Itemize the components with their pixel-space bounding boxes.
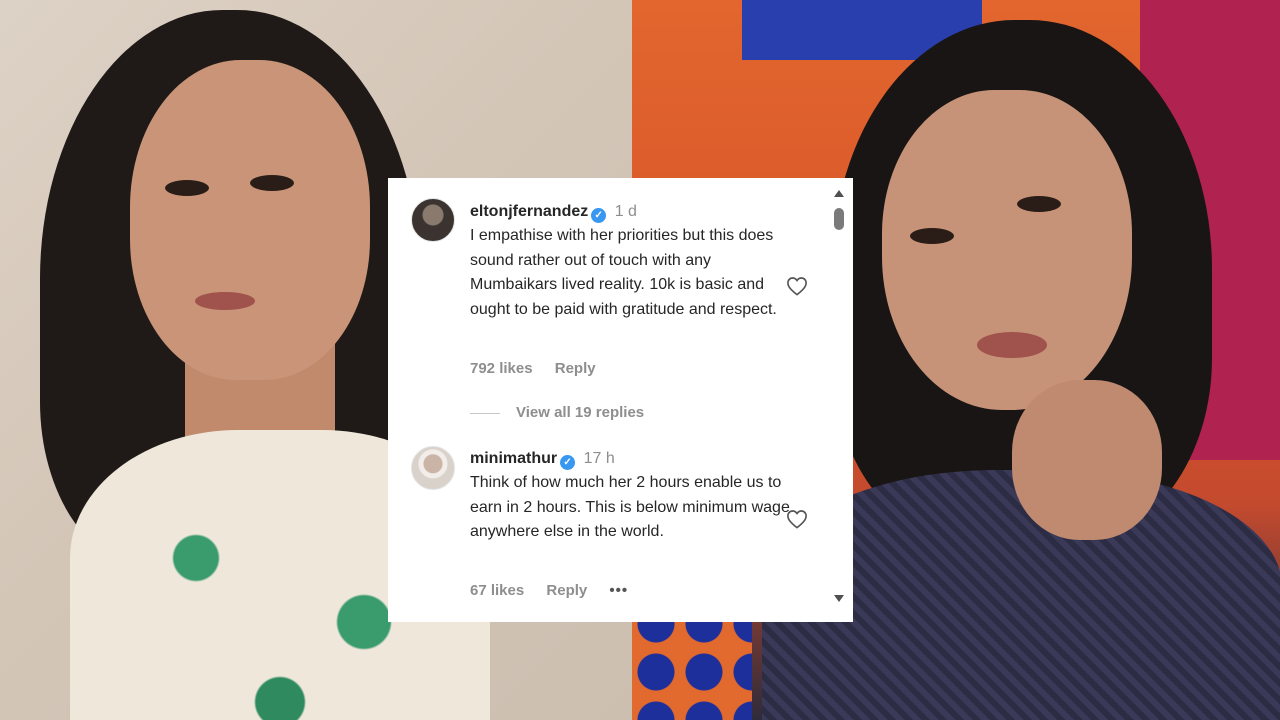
right-woman-lips (977, 332, 1047, 358)
left-woman-face (130, 60, 370, 380)
avatar[interactable] (411, 198, 455, 242)
right-woman-eye (1017, 196, 1061, 212)
view-replies-link[interactable]: View all 19 replies (470, 404, 644, 421)
right-woman-eye (910, 228, 954, 244)
right-woman-face (882, 90, 1132, 410)
verified-badge-icon: ✓ (560, 455, 576, 470)
reply-link[interactable]: Reply (546, 582, 587, 599)
comment-text: Think of how much her 2 hours enable us … (470, 474, 790, 540)
scroll-down-arrow-icon[interactable] (834, 595, 844, 602)
likes-count[interactable]: 67 likes (470, 582, 524, 599)
username[interactable]: eltonjfernandez (470, 203, 588, 220)
scrollbar-thumb[interactable] (834, 208, 844, 230)
comment-meta: 792 likes Reply (470, 360, 614, 377)
more-options-icon[interactable]: ••• (609, 582, 628, 599)
divider (470, 412, 500, 414)
verified-badge-icon: ✓ (591, 208, 607, 223)
likes-count[interactable]: 792 likes (470, 360, 533, 377)
comment-text: I empathise with her priorities but this… (470, 227, 777, 318)
comment-header: minimathur ✓ 17 h (470, 449, 615, 470)
right-woman-hand (1012, 380, 1162, 540)
comment-meta: 67 likes Reply ••• (470, 582, 646, 599)
comment-time: 17 h (583, 450, 615, 467)
reply-link[interactable]: Reply (555, 360, 596, 377)
heart-outline-icon[interactable] (786, 276, 808, 296)
left-woman-lips (195, 292, 255, 310)
comment-header: eltonjfernandez ✓ 1 d (470, 202, 637, 223)
left-woman-eye (165, 180, 209, 196)
scroll-up-arrow-icon[interactable] (834, 190, 844, 197)
heart-outline-icon[interactable] (786, 509, 808, 529)
left-woman-eye (250, 175, 294, 191)
view-replies-label: View all 19 replies (516, 404, 645, 421)
avatar[interactable] (411, 446, 455, 490)
username[interactable]: minimathur (470, 450, 557, 467)
comments-panel: eltonjfernandez ✓ 1 d I empathise with he… (388, 178, 853, 622)
comment-time: 1 d (614, 203, 637, 220)
scrollbar[interactable] (831, 186, 847, 602)
